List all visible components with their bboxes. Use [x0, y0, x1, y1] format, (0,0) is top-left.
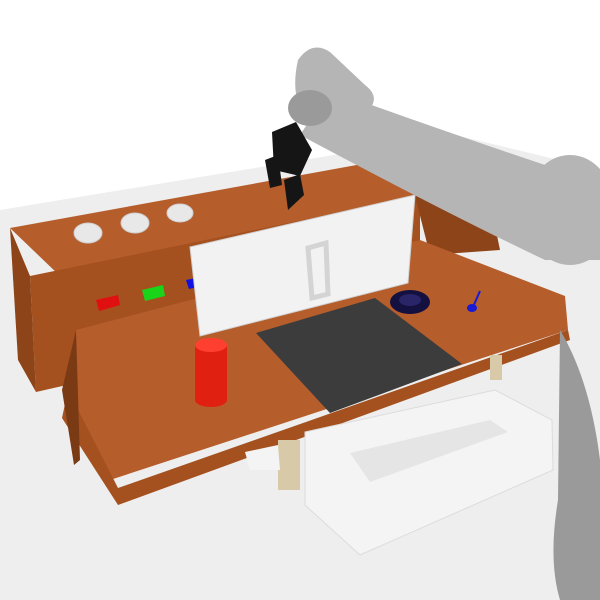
blue-spoon-head[interactable]: [467, 304, 477, 312]
red-cylinder-top: [195, 338, 227, 352]
table-leg-front: [278, 440, 300, 490]
red-cylinder-body[interactable]: [195, 345, 227, 400]
robot-wrist-joint: [288, 90, 332, 126]
scene-canvas: [0, 47, 600, 600]
dome-button-left[interactable]: [73, 222, 103, 244]
dome-button-right[interactable]: [166, 203, 194, 223]
navy-bowl-inner: [399, 294, 421, 306]
simulation-viewport: [0, 0, 600, 600]
dome-button-center[interactable]: [120, 212, 150, 234]
table-leg-right: [490, 355, 502, 380]
red-cylinder-bottom: [195, 393, 227, 407]
